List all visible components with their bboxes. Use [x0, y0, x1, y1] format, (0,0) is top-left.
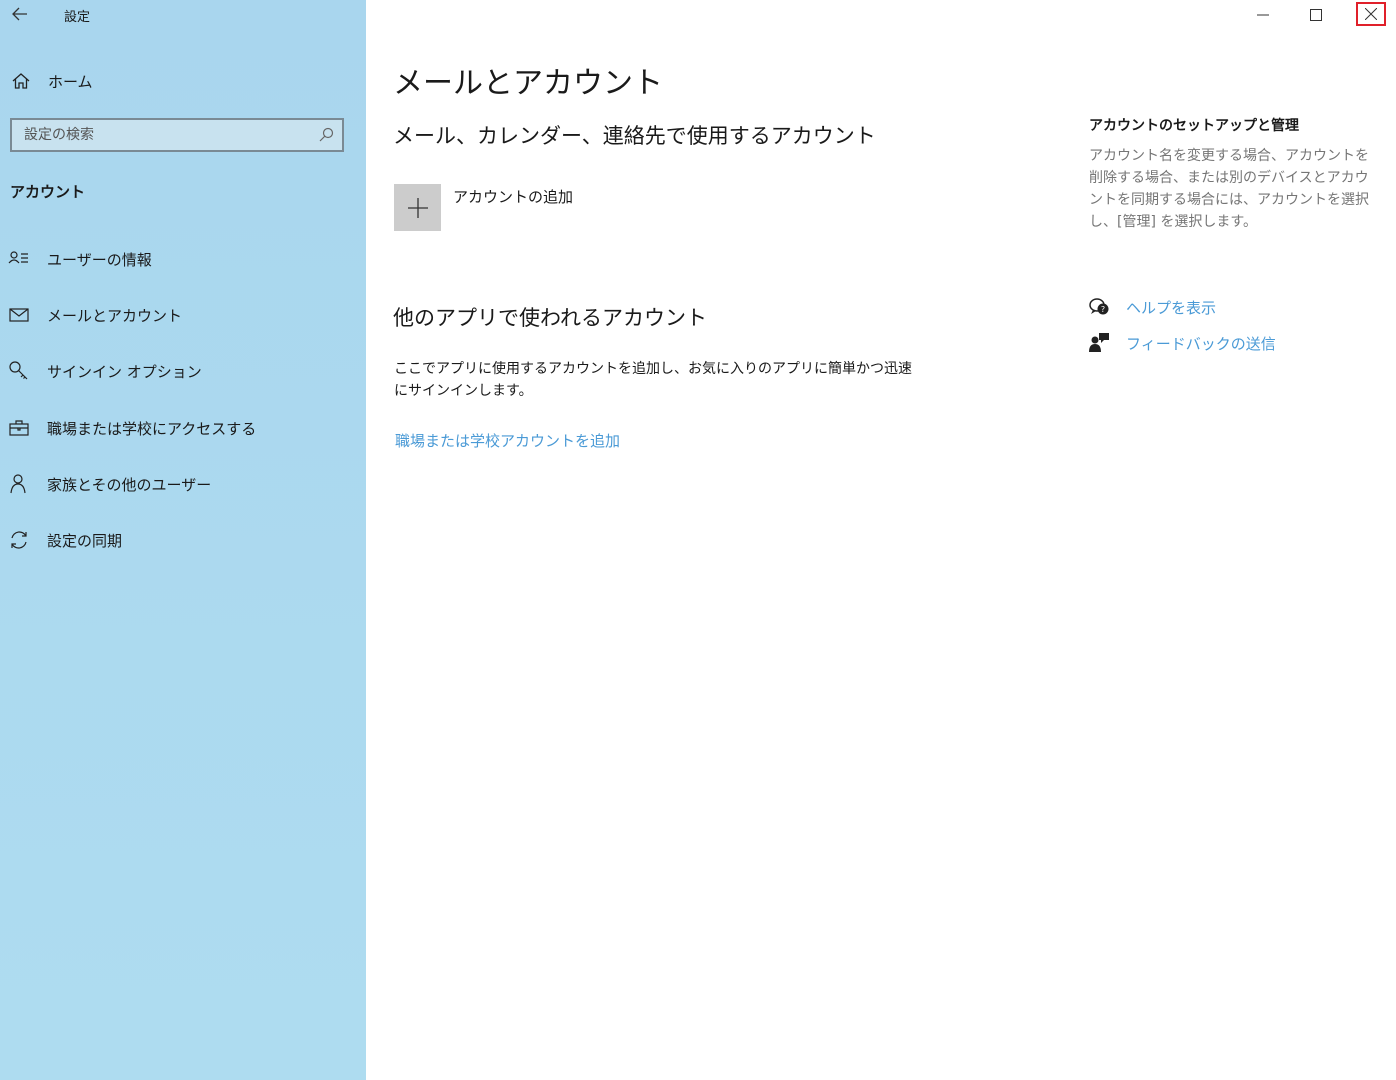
app-title: 設定	[64, 10, 91, 25]
feedback-icon	[1089, 333, 1109, 352]
key-icon	[9, 361, 28, 380]
search-box[interactable]	[10, 118, 344, 152]
sidebar-item-mail-accounts[interactable]: メールとアカウント	[0, 295, 366, 335]
sidebar-item-sync-settings[interactable]: 設定の同期	[0, 520, 366, 560]
search-input[interactable]	[24, 120, 304, 150]
help-row[interactable]: ? ヘルプを表示	[1088, 294, 1348, 320]
maximize-button[interactable]	[1293, 0, 1339, 30]
svg-text:?: ?	[1101, 305, 1105, 314]
user-info-icon	[8, 251, 28, 264]
page-title: メールとアカウント	[393, 66, 663, 101]
home-label: ホーム	[48, 73, 93, 91]
plus-icon	[407, 197, 428, 218]
sidebar-item-label: 設定の同期	[47, 532, 123, 550]
back-button[interactable]	[6, 3, 34, 25]
sidebar: 設定 ホーム アカウント ユーザーの情報 メールとアカウント	[0, 0, 366, 1080]
minimize-button[interactable]	[1240, 0, 1286, 30]
title-bar: 設定	[0, 0, 366, 30]
sidebar-item-label: 家族とその他のユーザー	[47, 476, 212, 494]
person-icon	[10, 474, 26, 494]
maximize-icon	[1310, 9, 1322, 21]
section-title-other-apps: 他のアプリで使われるアカウント	[393, 306, 707, 330]
related-title: アカウントのセットアップと管理	[1089, 118, 1299, 134]
add-account-label[interactable]: アカウントの追加	[453, 186, 573, 207]
minimize-icon	[1257, 14, 1269, 16]
feedback-link[interactable]: フィードバックの送信	[1126, 333, 1276, 354]
other-apps-description: ここでアプリに使用するアカウントを追加し、お気に入りのアプリに簡単かつ迅速にサイ…	[394, 361, 912, 399]
add-work-school-account-link[interactable]: 職場または学校アカウントを追加	[395, 430, 620, 451]
mail-icon	[9, 308, 29, 322]
briefcase-icon	[9, 420, 29, 436]
related-description: アカウント名を変更する場合、アカウントを削除する場合、または別のデバイスとアカウ…	[1089, 148, 1369, 230]
sidebar-section-title: アカウント	[10, 183, 86, 201]
close-button[interactable]	[1356, 2, 1386, 26]
sync-icon	[11, 531, 27, 549]
help-icon: ?	[1089, 298, 1109, 315]
sidebar-item-label: メールとアカウント	[47, 307, 183, 325]
help-link[interactable]: ヘルプを表示	[1126, 297, 1216, 318]
home-icon	[12, 73, 30, 89]
sidebar-item-sign-in-options[interactable]: サインイン オプション	[0, 351, 366, 391]
search-icon[interactable]	[318, 127, 334, 143]
section-title-mail-accounts: メール、カレンダー、連絡先で使用するアカウント	[393, 124, 876, 148]
feedback-row[interactable]: フィードバックの送信	[1088, 330, 1348, 356]
sidebar-item-work-school[interactable]: 職場または学校にアクセスする	[0, 408, 366, 448]
sidebar-item-label: 職場または学校にアクセスする	[47, 420, 257, 438]
sidebar-item-label: サインイン オプション	[47, 363, 202, 381]
back-arrow-icon	[12, 7, 27, 21]
close-icon	[1365, 8, 1377, 20]
sidebar-item-family-users[interactable]: 家族とその他のユーザー	[0, 464, 366, 504]
add-account-button[interactable]	[394, 184, 441, 231]
sidebar-item-user-info[interactable]: ユーザーの情報	[0, 239, 366, 279]
sidebar-item-home[interactable]: ホーム	[0, 62, 366, 100]
sidebar-item-label: ユーザーの情報	[47, 251, 152, 269]
